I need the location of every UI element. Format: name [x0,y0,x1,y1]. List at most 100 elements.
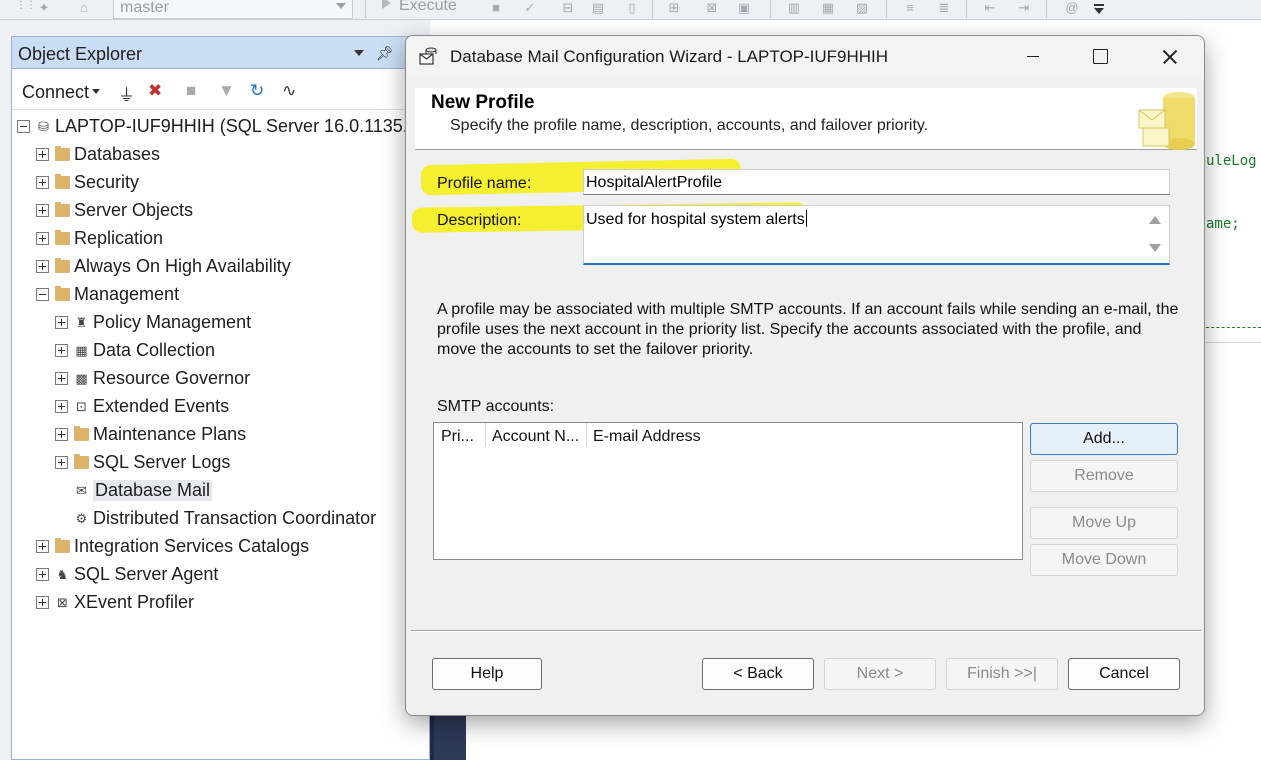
results-to-grid-icon[interactable]: ▦ [820,0,836,16]
toolbar-overflow-icon[interactable] [1094,4,1104,14]
results-to-text-icon[interactable]: ▥ [786,0,802,16]
tree-item-label: Resource Governor [93,368,251,388]
refresh-icon[interactable]: ↻ [250,81,264,101]
collapse-icon[interactable] [36,288,49,301]
maximize-button[interactable] [1066,36,1132,78]
close-button[interactable] [1136,36,1202,78]
expand-icon[interactable] [36,540,49,553]
tree-item[interactable]: ♜ Policy Management [12,311,412,337]
tree-item[interactable]: Integration Services Catalogs [12,535,412,561]
connect-button[interactable]: Connect [22,82,101,103]
column-header-email-address[interactable]: E-mail Address [586,423,786,449]
expand-icon[interactable] [36,596,49,609]
minimize-button[interactable] [1000,36,1066,78]
folder-icon [74,454,89,469]
data-collection-icon: ▦ [75,343,88,358]
activity-monitor-icon[interactable]: ∿ [282,81,296,101]
live-stats-icon[interactable]: ⊠ [704,0,720,16]
toolbar-divider [652,0,653,18]
next-button[interactable]: Next > [824,658,936,690]
pin-tool-icon[interactable]: ✦ [36,0,52,16]
connect-plug-icon[interactable]: ⏚ [118,81,135,106]
play-icon [382,0,391,9]
tree-item[interactable]: Security [12,171,412,197]
scroll-up-icon[interactable] [1149,216,1161,224]
execute-button[interactable]: Execute [382,0,457,17]
expand-icon[interactable] [36,260,49,273]
disconnect-icon[interactable]: ✖ [148,81,162,101]
tree-item-label: Integration Services Catalogs [74,536,310,556]
help-button[interactable]: Help [432,658,542,690]
folder-icon [55,538,70,553]
finish-button[interactable]: Finish >>| [946,658,1058,690]
remove-button[interactable]: Remove [1030,460,1178,492]
expand-icon[interactable] [55,316,68,329]
tree-item[interactable]: SQL Server Logs [12,451,412,477]
tree-item[interactable]: Server Objects [12,199,412,225]
results-to-file-icon[interactable]: ▨ [854,0,870,16]
collapse-icon[interactable] [17,120,30,133]
database-mail-icon [419,47,437,65]
sqlcmd-icon[interactable]: ▣ [736,0,752,16]
stop-icon[interactable]: ■ [488,0,504,16]
add-button[interactable]: Add... [1030,423,1178,455]
tree-item[interactable]: Replication [12,227,412,253]
tree-item[interactable]: ✉ Database Mail [12,479,412,505]
tree-item[interactable]: Always On High Availability [12,255,412,281]
tree-item[interactable]: ⊡ Extended Events [12,395,412,421]
tree-item[interactable]: Maintenance Plans [12,423,412,449]
expand-icon[interactable] [36,204,49,217]
expand-icon[interactable] [55,456,68,469]
tree-item[interactable]: ⛁ LAPTOP-IUF9HHIH (SQL Server 16.0.1135.2 [12,115,418,141]
plan-icon[interactable]: ⊞ [666,0,682,16]
tree-item[interactable]: ▦ Data Collection [12,339,412,365]
tree-item[interactable]: ▩ Resource Governor [12,367,412,393]
tree-item-label: Database Mail [93,480,213,501]
pin-icon[interactable]: 📌︎ [376,45,394,62]
column-header-priority[interactable]: Pri... [434,423,486,449]
tree-item[interactable]: ⚙ Distributed Transaction Coordinator [12,507,412,533]
results-grid-icon[interactable]: ▤ [590,0,606,16]
expand-icon[interactable] [36,148,49,161]
back-button[interactable]: < Back [702,658,814,690]
profile-name-field[interactable]: HospitalAlertProfile [583,169,1170,195]
stop-icon[interactable]: ■ [186,81,196,101]
chevron-down-icon [336,3,346,9]
filter-icon[interactable]: ▼ [218,81,235,101]
folder-icon [55,202,70,217]
tree-item[interactable]: ⊠ XEvent Profiler [12,591,412,617]
tree-item-label: LAPTOP-IUF9HHIH (SQL Server 16.0.1135.2 [55,116,418,136]
dialog-titlebar: Database Mail Configuration Wizard - LAP… [406,36,1204,78]
parse-icon[interactable]: ⊟ [560,0,576,16]
outdent-icon[interactable]: ⇤ [982,0,998,16]
expand-icon[interactable] [36,176,49,189]
expand-icon[interactable] [55,344,68,357]
database-selector[interactable]: master [113,0,353,19]
expand-icon[interactable] [55,428,68,441]
tree-item[interactable]: Management [12,283,412,309]
scroll-down-icon[interactable] [1149,244,1161,252]
expand-icon[interactable] [55,372,68,385]
move-up-button[interactable]: Move Up [1030,507,1178,539]
move-down-button[interactable]: Move Down [1030,544,1178,576]
cancel-button[interactable]: Cancel [1068,658,1180,690]
expand-icon[interactable] [36,232,49,245]
expand-icon[interactable] [36,568,49,581]
comment-icon[interactable]: ≡ [902,0,918,16]
checkmark-icon[interactable]: ✓ [522,0,538,16]
window-position-icon[interactable] [354,50,364,56]
plug-tool-icon[interactable]: ⌂ [76,0,92,16]
expand-icon[interactable] [55,400,68,413]
description-field[interactable]: Used for hospital system alerts [583,205,1170,265]
document-icon[interactable]: ▯ [624,0,640,16]
smtp-accounts-list[interactable]: Pri... Account N... E-mail Address [433,422,1023,560]
specify-values-icon[interactable]: @ [1064,0,1080,16]
tree-item-label: Extended Events [93,396,230,416]
column-header-account-name[interactable]: Account N... [485,423,586,449]
indent-icon[interactable]: ⇥ [1016,0,1032,16]
resource-governor-icon: ▩ [75,371,88,386]
tree-item[interactable]: Databases [12,143,412,169]
code-fragment: ame; [1206,216,1240,232]
uncomment-icon[interactable]: ≣ [936,0,952,16]
tree-item[interactable]: ♞ SQL Server Agent [12,563,412,589]
